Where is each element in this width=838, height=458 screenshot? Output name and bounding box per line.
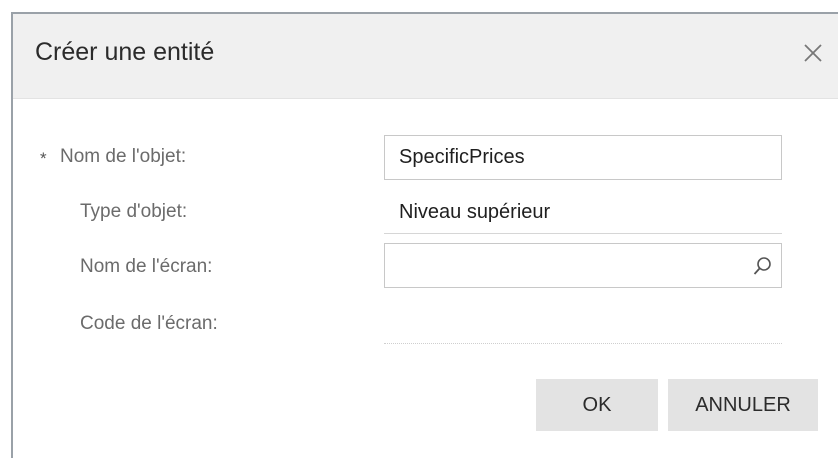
- object-type-underline: [384, 233, 782, 234]
- screen-code-underline: [384, 343, 782, 344]
- screen-code-label: Code de l'écran:: [80, 313, 218, 334]
- close-button[interactable]: [800, 40, 826, 66]
- screen-name-input[interactable]: [384, 243, 782, 288]
- search-icon[interactable]: [752, 255, 774, 277]
- object-name-label: Nom de l'objet:: [60, 146, 187, 167]
- dialog-header: Créer une entité: [13, 14, 838, 99]
- cancel-button[interactable]: ANNULER: [668, 379, 818, 431]
- required-marker: *: [40, 149, 47, 168]
- object-type-value: Niveau supérieur: [399, 201, 551, 223]
- screen-name-label: Nom de l'écran:: [80, 256, 213, 277]
- object-type-label: Type d'objet:: [80, 201, 188, 222]
- dialog-title: Créer une entité: [35, 38, 215, 66]
- object-name-input[interactable]: [384, 135, 782, 180]
- ok-button[interactable]: OK: [536, 379, 658, 431]
- close-icon: [804, 44, 822, 62]
- backdrop: [0, 0, 838, 12]
